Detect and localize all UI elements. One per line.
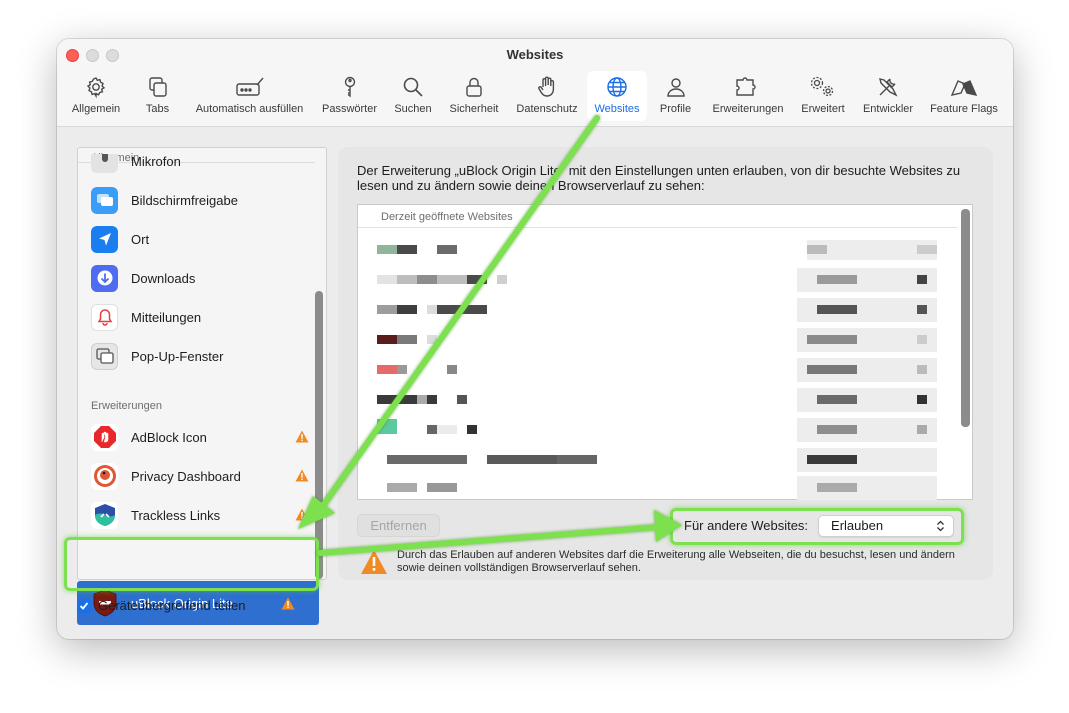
sidebar-item-privacy-dashboard[interactable]: Privacy Dashboard: [91, 460, 311, 492]
tab-entwickler[interactable]: Entwickler: [857, 71, 919, 121]
sidebar-item-label: Pop-Up-Fenster: [131, 348, 224, 364]
popup-window-icon: [91, 342, 118, 370]
share-across-devices-label: Geräteübergreifend teilen: [98, 598, 246, 613]
sidebar-item-mitteilungen[interactable]: Mitteilungen: [91, 301, 311, 333]
gear-icon: [86, 77, 106, 99]
sidebar-scrollbar-thumb[interactable]: [315, 291, 323, 579]
permission-warning-text: Durch das Erlauben auf anderen Websites …: [397, 549, 955, 574]
tab-label: Suchen: [394, 103, 432, 115]
tab-label: Entwickler: [862, 103, 914, 115]
flags-icon: [950, 80, 978, 96]
screen-share-icon: [91, 186, 118, 214]
duckduckgo-icon: [91, 462, 118, 490]
person-icon: [666, 78, 685, 97]
sidebar-item-label: Downloads: [131, 270, 196, 286]
tab-label: Feature Flags: [930, 103, 998, 115]
tab-suchen[interactable]: Suchen: [390, 71, 436, 121]
tools-icon: [879, 78, 898, 97]
search-icon: [403, 77, 423, 97]
tabs-icon: [148, 77, 167, 97]
sidebar-item-label: Ort: [131, 231, 150, 247]
key-icon: [344, 76, 355, 98]
table-row[interactable]: [358, 476, 958, 500]
sidebar-item-label: AdBlock Icon: [131, 429, 207, 445]
table-row[interactable]: [358, 266, 958, 296]
sidebar-item-bildschirmfreigabe[interactable]: Bildschirmfreigabe: [91, 184, 311, 216]
sidebar-item-trackless-links[interactable]: Trackless Links: [91, 499, 311, 531]
tab-sicherheit[interactable]: Sicherheit: [445, 71, 503, 121]
sidebar-item-label: Mikrofon: [131, 154, 181, 169]
tab-tabs[interactable]: Tabs: [135, 71, 180, 121]
sidebar-item-mikrofon[interactable]: Mikrofon: [91, 154, 311, 174]
warning-icon: [295, 469, 309, 482]
preferences-toolbar: Allgemein Tabs Automatisch ausfüllen Pas…: [57, 69, 1013, 125]
tab-label: Erweitert: [801, 103, 845, 115]
table-row[interactable]: [358, 296, 958, 326]
title-bar: Websites Allgemein Tabs Automatisch ausf…: [57, 39, 1013, 127]
share-across-devices-row[interactable]: Geräteübergreifend teilen: [77, 598, 245, 613]
location-icon: [91, 225, 118, 253]
sidebar-item-label: Privacy Dashboard: [131, 468, 241, 484]
table-row[interactable]: [358, 416, 958, 446]
table-scrollbar[interactable]: [961, 209, 970, 427]
tab-feature-flags[interactable]: Feature Flags: [925, 71, 1003, 121]
window-title: Websites: [506, 47, 564, 62]
gears-icon: [810, 76, 834, 97]
remove-button[interactable]: Entfernen: [357, 514, 440, 537]
trackless-links-icon: [91, 501, 118, 529]
section-label-erweiterungen: Erweiterungen: [91, 400, 162, 412]
puzzle-icon: [736, 77, 756, 96]
tab-passwoerter[interactable]: Passwörter: [318, 71, 381, 121]
sidebar-item-downloads[interactable]: Downloads: [91, 262, 311, 294]
highlight-box-other-websites: [670, 508, 964, 545]
bell-icon: [91, 303, 118, 331]
tab-label: Erweiterungen: [712, 103, 784, 115]
table-header-divider: [358, 227, 958, 228]
warning-icon: [295, 508, 309, 521]
tab-label: Profile: [659, 103, 692, 115]
tab-autofill[interactable]: Automatisch ausfüllen: [187, 71, 312, 121]
open-websites-header: Derzeit geöffnete Websites: [381, 211, 513, 223]
tab-label: Datenschutz: [516, 103, 578, 115]
tab-label: Passwörter: [321, 103, 378, 115]
table-row[interactable]: [358, 386, 958, 416]
table-row[interactable]: [358, 446, 958, 476]
autofill-icon: [235, 77, 264, 96]
globe-icon: [607, 77, 627, 97]
lock-icon: [466, 77, 482, 97]
sidebar-item-adblock-icon[interactable]: AdBlock Icon: [91, 421, 311, 453]
tab-websites[interactable]: Websites: [587, 71, 647, 121]
permission-description: Der Erweiterung „uBlock Origin Lite“ mit…: [357, 163, 961, 193]
table-row[interactable]: [358, 326, 958, 356]
tab-label: Websites: [594, 103, 640, 115]
sidebar-item-label: Bildschirmfreigabe: [131, 192, 238, 208]
tab-label: Allgemein: [71, 103, 121, 115]
tab-label: Automatisch ausfüllen: [195, 103, 304, 115]
warning-icon: [295, 430, 309, 443]
highlight-box-ublock: [64, 537, 319, 591]
tab-datenschutz[interactable]: Datenschutz: [512, 71, 582, 121]
tab-label: Tabs: [145, 103, 170, 115]
table-row[interactable]: [358, 236, 958, 266]
table-row[interactable]: [358, 356, 958, 386]
microphone-icon: [91, 154, 118, 173]
adblock-icon: [91, 423, 118, 451]
tab-erweiterungen[interactable]: Erweiterungen: [707, 71, 789, 121]
website-settings-list[interactable]: Allgemein Mikrofon Bildschirmfreigabe Or…: [77, 147, 327, 580]
share-across-devices-checkbox[interactable]: [77, 598, 91, 613]
warning-icon: [281, 597, 295, 610]
sidebar-item-ort[interactable]: Ort: [91, 223, 311, 255]
download-icon: [91, 264, 118, 292]
warning-icon: [361, 550, 387, 574]
sidebar-item-label: Trackless Links: [131, 507, 221, 523]
hand-icon: [538, 76, 555, 97]
tab-label: Sicherheit: [449, 103, 499, 115]
tab-erweitert[interactable]: Erweitert: [795, 71, 851, 121]
sidebar-item-label: Mitteilungen: [131, 309, 202, 325]
open-websites-table[interactable]: Derzeit geöffnete Websites: [357, 204, 973, 500]
sidebar-item-pop-up-fenster[interactable]: Pop-Up-Fenster: [91, 340, 311, 372]
tab-profile[interactable]: Profile: [653, 71, 698, 121]
tab-allgemein[interactable]: Allgemein: [66, 71, 126, 121]
